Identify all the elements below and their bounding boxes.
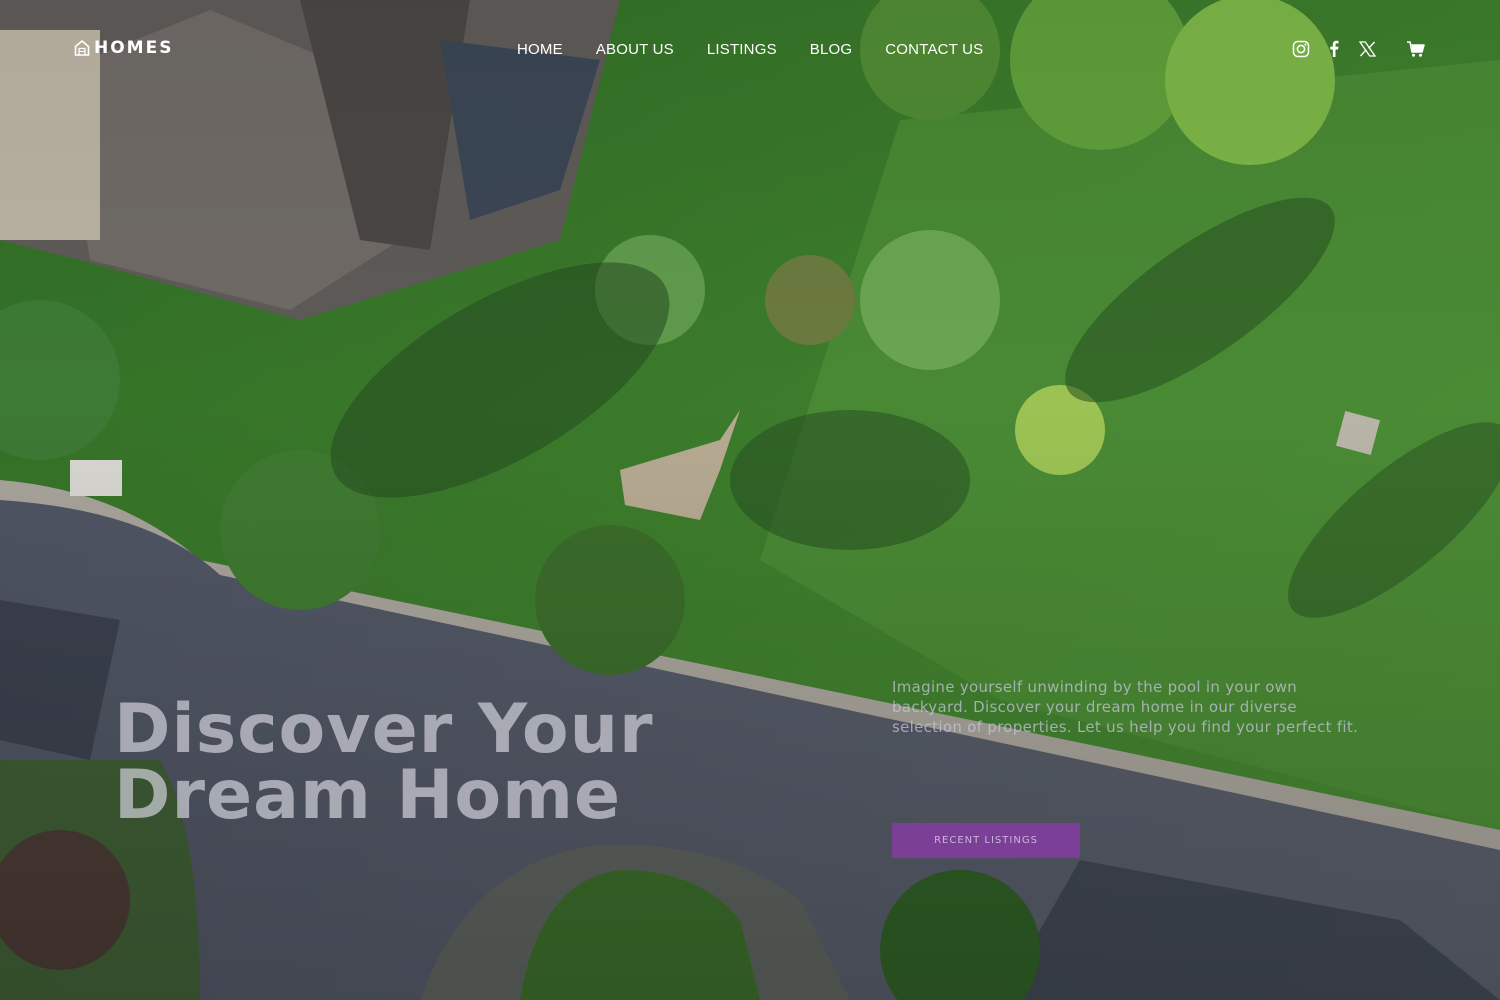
instagram-icon[interactable] xyxy=(1291,38,1311,60)
x-twitter-icon[interactable] xyxy=(1357,38,1377,60)
main-nav: HOME ABOUT US LISTINGS BLOG CONTACT US xyxy=(517,41,983,58)
nav-item-listings[interactable]: LISTINGS xyxy=(707,41,777,58)
hero-title-line-1: Discover Your xyxy=(114,690,654,769)
hero-overlay xyxy=(0,0,1500,1000)
social-links xyxy=(1291,38,1426,60)
brand-logo[interactable]: HOMES xyxy=(74,38,173,58)
recent-listings-button[interactable]: RECENT LISTINGS xyxy=(892,823,1080,858)
hero-description: Imagine yourself unwinding by the pool i… xyxy=(892,678,1359,736)
cart-icon[interactable] xyxy=(1406,38,1426,60)
nav-item-blog[interactable]: BLOG xyxy=(810,41,852,58)
nav-item-contact-us[interactable]: CONTACT US xyxy=(885,41,983,58)
hero-title: Discover Your Dream Home xyxy=(114,690,814,835)
brand-name: HOMES xyxy=(94,38,174,58)
nav-item-about-us[interactable]: ABOUT US xyxy=(596,41,674,58)
house-icon xyxy=(74,39,90,57)
facebook-icon[interactable] xyxy=(1324,38,1344,60)
site-header: HOMES HOME ABOUT US LISTINGS BLOG CONTAC… xyxy=(0,0,1500,100)
hero-title-line-2: Dream Home xyxy=(114,756,622,835)
nav-item-home[interactable]: HOME xyxy=(517,41,563,58)
